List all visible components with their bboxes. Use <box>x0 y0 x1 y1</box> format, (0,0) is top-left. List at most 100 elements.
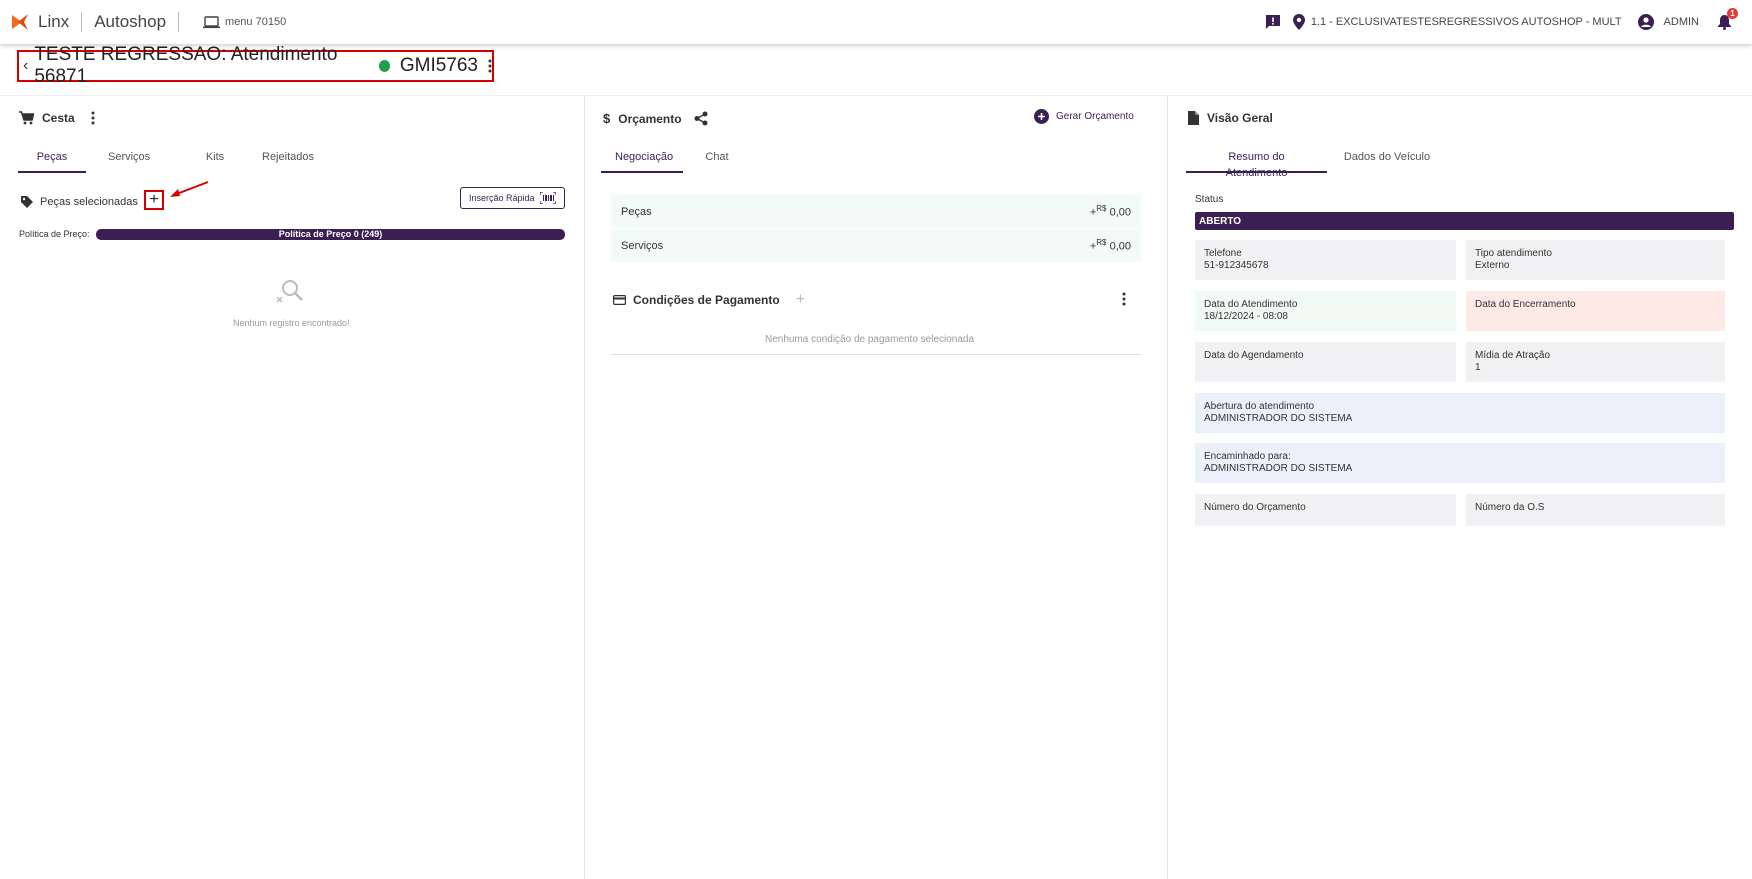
back-chevron-icon[interactable]: ‹ <box>23 57 28 75</box>
user-avatar-icon[interactable] <box>1637 14 1654 30</box>
dollar-icon: $ <box>603 111 611 126</box>
credit-card-icon <box>613 295 626 305</box>
abertura-label: Abertura do atendimento <box>1204 401 1315 412</box>
selected-parts-label: Peças selecionadas <box>40 196 138 208</box>
summary-label-pecas: Peças <box>621 205 652 218</box>
cesta-title: Cesta <box>42 111 75 125</box>
tipo-label: Tipo atendimento <box>1475 248 1552 259</box>
card-tipo-atendimento: Tipo atendimento Externo <box>1466 240 1725 280</box>
header-divider <box>0 95 1752 96</box>
payment-divider <box>611 354 1141 355</box>
document-icon <box>1188 111 1199 125</box>
vehicle-plate: GMI5763 <box>399 55 478 76</box>
tipo-value: Externo <box>1475 260 1510 271</box>
tab-negociacao[interactable]: Negociação <box>601 149 683 173</box>
midia-value: 1 <box>1475 362 1481 373</box>
data-encerramento-label: Data do Encerramento <box>1475 299 1576 310</box>
summary-row-pecas: Peças +R$ 0,00 <box>611 195 1141 228</box>
top-bar: Linx Autoshop menu 70150 1.1 - EXCLUSIVA… <box>0 0 1752 44</box>
payment-conditions-title: Condições de Pagamento <box>633 293 780 307</box>
encaminhado-value: ADMINISTRADOR DO SISTEMA <box>1204 463 1353 474</box>
data-atendimento-label: Data do Atendimento <box>1204 299 1298 310</box>
location-pin-icon[interactable] <box>1292 14 1305 30</box>
tab-rejeitados[interactable]: Rejeitados <box>248 149 328 173</box>
telefone-label: Telefone <box>1204 248 1242 259</box>
payment-menu-icon[interactable] <box>1122 292 1126 306</box>
card-numero-orcamento: Número do Orçamento <box>1195 494 1456 526</box>
location-label[interactable]: 1.1 - EXCLUSIVATESTESREGRESSIVOS AUTOSHO… <box>1311 16 1622 28</box>
status-label: Status <box>1195 194 1224 205</box>
price-policy-bar[interactable]: Política de Preço 0 (249) <box>96 229 565 240</box>
abertura-value: ADMINISTRADOR DO SISTEMA <box>1204 413 1353 424</box>
cesta-header: Cesta <box>19 111 95 125</box>
add-payment-button[interactable]: + <box>796 291 805 309</box>
status-dot <box>378 60 390 72</box>
more-options-icon[interactable] <box>488 59 492 73</box>
telefone-value: 51-912345678 <box>1204 260 1269 271</box>
linx-logo-icon <box>10 12 30 32</box>
visao-tabs: Resumo do Atendimento Dados do Veículo <box>1186 149 1445 179</box>
brand-separator <box>81 12 83 32</box>
laptop-icon <box>203 15 221 28</box>
brand-name: Linx <box>38 12 70 31</box>
annotation-arrow-icon <box>170 181 209 197</box>
card-midia-atracao: Mídia de Atração 1 <box>1466 342 1725 382</box>
midia-label: Mídia de Atração <box>1475 350 1551 361</box>
tab-chat[interactable]: Chat <box>689 149 745 173</box>
column-divider-2 <box>1167 96 1168 879</box>
tab-servicos[interactable]: Serviços <box>94 149 164 173</box>
quick-insert-label: Inserção Rápida <box>469 193 535 203</box>
menu-indicator[interactable]: menu 70150 <box>203 15 287 29</box>
add-part-button[interactable]: + <box>144 190 164 210</box>
empty-parts-message: Nenhum registro encontrado! <box>233 318 350 328</box>
add-circle-icon <box>1034 109 1049 124</box>
tab-kits[interactable]: Kits <box>188 149 242 173</box>
user-name[interactable]: ADMIN <box>1664 16 1699 28</box>
tab-dados-veiculo[interactable]: Dados do Veículo <box>1329 149 1445 173</box>
orcamento-title: Orçamento <box>618 111 682 126</box>
summary-row-servicos: Serviços +R$ 0,00 <box>611 229 1141 262</box>
card-encaminhado-para: Encaminhado para: ADMINISTRADOR DO SISTE… <box>1195 443 1725 483</box>
share-icon[interactable] <box>694 111 708 126</box>
no-results-search-icon <box>276 278 304 309</box>
summary-label-servicos: Serviços <box>621 239 664 252</box>
tab-resumo-atendimento[interactable]: Resumo do Atendimento <box>1186 149 1327 179</box>
tab-pecas[interactable]: Peças <box>18 149 86 173</box>
notification-badge: 1 <box>1727 8 1738 19</box>
card-telefone: Telefone 51-912345678 <box>1195 240 1456 280</box>
encaminhado-label: Encaminhado para: <box>1204 451 1291 462</box>
cesta-menu-icon[interactable] <box>91 111 95 125</box>
card-abertura-atendimento: Abertura do atendimento ADMINISTRADOR DO… <box>1195 393 1725 433</box>
generate-budget-button[interactable]: Gerar Orçamento <box>1034 109 1134 124</box>
orcamento-tabs: Negociação Chat <box>601 149 745 173</box>
barcode-scan-icon <box>540 192 556 204</box>
visao-title: Visão Geral <box>1207 111 1273 125</box>
payment-empty-message: Nenhuma condição de pagamento selecionad… <box>765 334 975 345</box>
notifications-bell-icon[interactable]: 1 <box>1717 8 1738 30</box>
data-atendimento-value: 18/12/2024 - 08:08 <box>1204 311 1288 322</box>
tag-icon <box>20 195 34 212</box>
card-data-atendimento: Data do Atendimento 18/12/2024 - 08:08 <box>1195 291 1456 331</box>
product-separator <box>178 12 180 32</box>
card-data-encerramento: Data do Encerramento <box>1466 291 1725 331</box>
data-agendamento-label: Data do Agendamento <box>1204 350 1304 361</box>
product-name: Autoshop <box>94 12 167 31</box>
attendance-title-bar: ‹ TESTE REGRESSAO: Atendimento 56871 GMI… <box>17 44 494 87</box>
cesta-tabs: Peças Serviços Kits Rejeitados <box>18 149 328 173</box>
card-numero-os: Número da O.S <box>1466 494 1725 526</box>
feedback-icon[interactable] <box>1265 14 1281 30</box>
summary-value-servicos: +R$ 0,00 <box>1089 238 1131 253</box>
numero-os-label: Número da O.S <box>1475 502 1545 513</box>
quick-insert-button[interactable]: Inserção Rápida <box>460 187 565 209</box>
status-badge: ABERTO <box>1195 212 1734 230</box>
generate-budget-label: Gerar Orçamento <box>1056 111 1134 122</box>
menu-label: menu 70150 <box>225 16 287 28</box>
linx-logo[interactable]: Linx <box>10 12 69 32</box>
card-data-agendamento: Data do Agendamento <box>1195 342 1456 382</box>
payment-conditions-header: Condições de Pagamento + <box>613 291 805 309</box>
attendance-title: TESTE REGRESSAO: Atendimento 56871 <box>34 44 338 87</box>
column-divider-1 <box>584 96 585 879</box>
price-policy-label: Política de Preço: <box>19 229 90 239</box>
orcamento-header: $ Orçamento <box>603 111 708 126</box>
numero-orcamento-label: Número do Orçamento <box>1204 502 1306 513</box>
